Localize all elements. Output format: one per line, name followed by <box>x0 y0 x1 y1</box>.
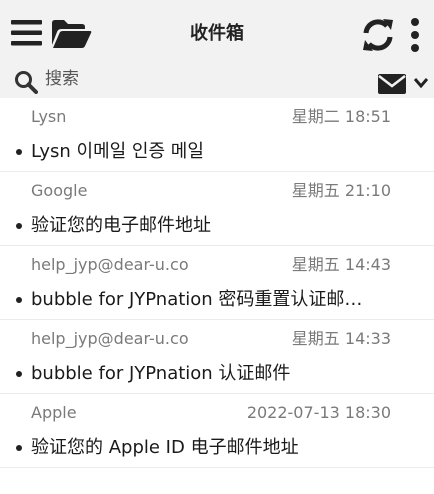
unread-dot <box>16 297 22 303</box>
unread-dot <box>16 149 22 155</box>
email-time: 星期五 14:43 <box>291 255 391 274</box>
email-list: Lysn 星期二 18:51 Lysn 이메일 인증 메일 Google 星期五… <box>0 98 434 468</box>
email-time: 星期二 18:51 <box>291 107 391 126</box>
unread-dot <box>16 223 22 229</box>
email-list-item[interactable]: Lysn 星期二 18:51 Lysn 이메일 인증 메일 <box>0 98 434 172</box>
email-time: 星期五 21:10 <box>291 181 391 200</box>
email-time: 星期五 14:33 <box>291 329 391 348</box>
email-subject: Lysn 이메일 인증 메일 <box>31 141 204 162</box>
email-subject: 验证您的电子邮件地址 <box>31 215 211 236</box>
email-list-item[interactable]: Google 星期五 21:10 验证您的电子邮件地址 <box>0 172 434 246</box>
email-subject: 验证您的 Apple ID 电子邮件地址 <box>31 437 299 458</box>
more-icon[interactable] <box>408 17 422 53</box>
search-input[interactable] <box>45 66 345 92</box>
chevron-down-icon[interactable] <box>413 75 429 89</box>
mail-app: 收件箱 搜索 Lysn 星期二 18:51 Lysn 이메일 인증 메일 Goo… <box>0 0 434 494</box>
email-subject: bubble for JYPnation 认证邮件 <box>31 363 291 384</box>
unread-dot <box>16 445 22 451</box>
email-list-item[interactable]: Apple 2022-07-13 18:30 验证您的 Apple ID 电子邮… <box>0 394 434 468</box>
email-sender: Apple <box>31 403 77 422</box>
search-bar <box>0 61 434 98</box>
email-sender: help_jyp@dear-u.co <box>31 255 189 274</box>
email-time: 2022-07-13 18:30 <box>246 403 391 422</box>
email-sender: Google <box>31 181 88 200</box>
unread-dot <box>16 371 22 377</box>
email-list-item[interactable]: help_jyp@dear-u.co 星期五 14:33 bubble for … <box>0 320 434 394</box>
refresh-icon[interactable] <box>360 17 396 53</box>
email-sender: Lysn <box>31 107 67 126</box>
email-list-item[interactable]: help_jyp@dear-u.co 星期五 14:43 bubble for … <box>0 246 434 320</box>
toolbar: 收件箱 <box>0 0 434 61</box>
search-icon <box>14 70 38 94</box>
email-subject: bubble for JYPnation 密码重置认证邮… <box>31 289 363 310</box>
email-sender: help_jyp@dear-u.co <box>31 329 189 348</box>
mail-icon[interactable] <box>378 74 406 94</box>
